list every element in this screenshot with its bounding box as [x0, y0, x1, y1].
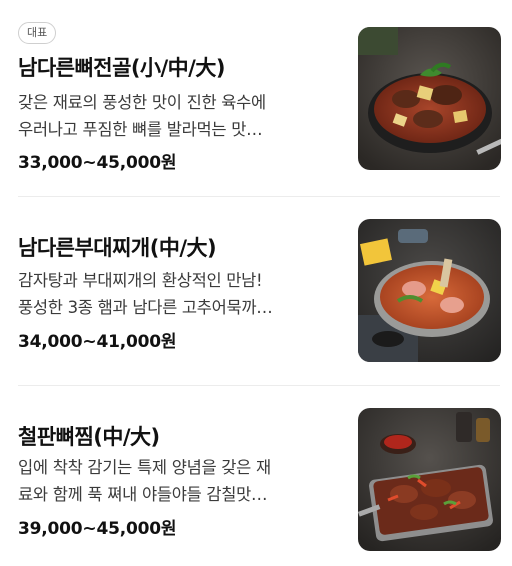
menu-item-name[interactable]: 남다른부대찌개(中/大) — [18, 232, 217, 262]
signature-badge: 대표 — [18, 22, 57, 44]
description-line: 우러나고 푸짐한 뼈를 발라먹는 맛… — [18, 120, 263, 139]
description-line: 감자탕과 부대찌개의 환상적인 만남! — [18, 271, 263, 290]
menu-item-image[interactable] — [358, 408, 501, 551]
menu-item-price: 33,000~45,000원 — [18, 153, 177, 173]
army-stew-photo-icon — [358, 219, 501, 362]
menu-item[interactable]: 철판뼈찜(中/大) 입에 착착 감기는 특제 양념을 갖은 재 료와 함께 푹 … — [0, 386, 512, 566]
menu-item-description: 감자탕과 부대찌개의 환상적인 만남! 풍성한 3종 햄과 남다른 고추어묵까… — [18, 267, 336, 321]
iron-plate-braise-photo-icon — [358, 408, 501, 551]
menu-item[interactable]: 대표 남다른뼈전골(小/中/大) 갖은 재료의 풍성한 맛이 진한 육수에 우러… — [0, 0, 512, 196]
menu-item-name[interactable]: 남다른뼈전골(小/中/大) — [18, 52, 225, 82]
menu-item-price: 39,000~45,000원 — [18, 519, 177, 539]
menu-item-price: 34,000~41,000원 — [18, 332, 177, 352]
menu-item-name[interactable]: 철판뼈찜(中/大) — [18, 421, 160, 451]
menu-item[interactable]: 남다른부대찌개(中/大) 감자탕과 부대찌개의 환상적인 만남! 풍성한 3종 … — [0, 197, 512, 385]
hotpot-photo-icon — [358, 27, 501, 170]
menu-list: 대표 남다른뼈전골(小/中/大) 갖은 재료의 풍성한 맛이 진한 육수에 우러… — [0, 0, 512, 566]
description-line: 풍성한 3종 햄과 남다른 고추어묵까… — [18, 298, 273, 317]
description-line: 료와 함께 푹 쪄내 야들야들 감칠맛… — [18, 485, 268, 504]
description-line: 입에 착착 감기는 특제 양념을 갖은 재 — [18, 458, 271, 477]
menu-item-description: 갖은 재료의 풍성한 맛이 진한 육수에 우러나고 푸짐한 뼈를 발라먹는 맛… — [18, 89, 336, 143]
menu-item-image[interactable] — [358, 219, 501, 362]
menu-item-description: 입에 착착 감기는 특제 양념을 갖은 재 료와 함께 푹 쪄내 야들야들 감칠… — [18, 454, 336, 508]
description-line: 갖은 재료의 풍성한 맛이 진한 육수에 — [18, 93, 266, 112]
menu-item-image[interactable] — [358, 27, 501, 170]
